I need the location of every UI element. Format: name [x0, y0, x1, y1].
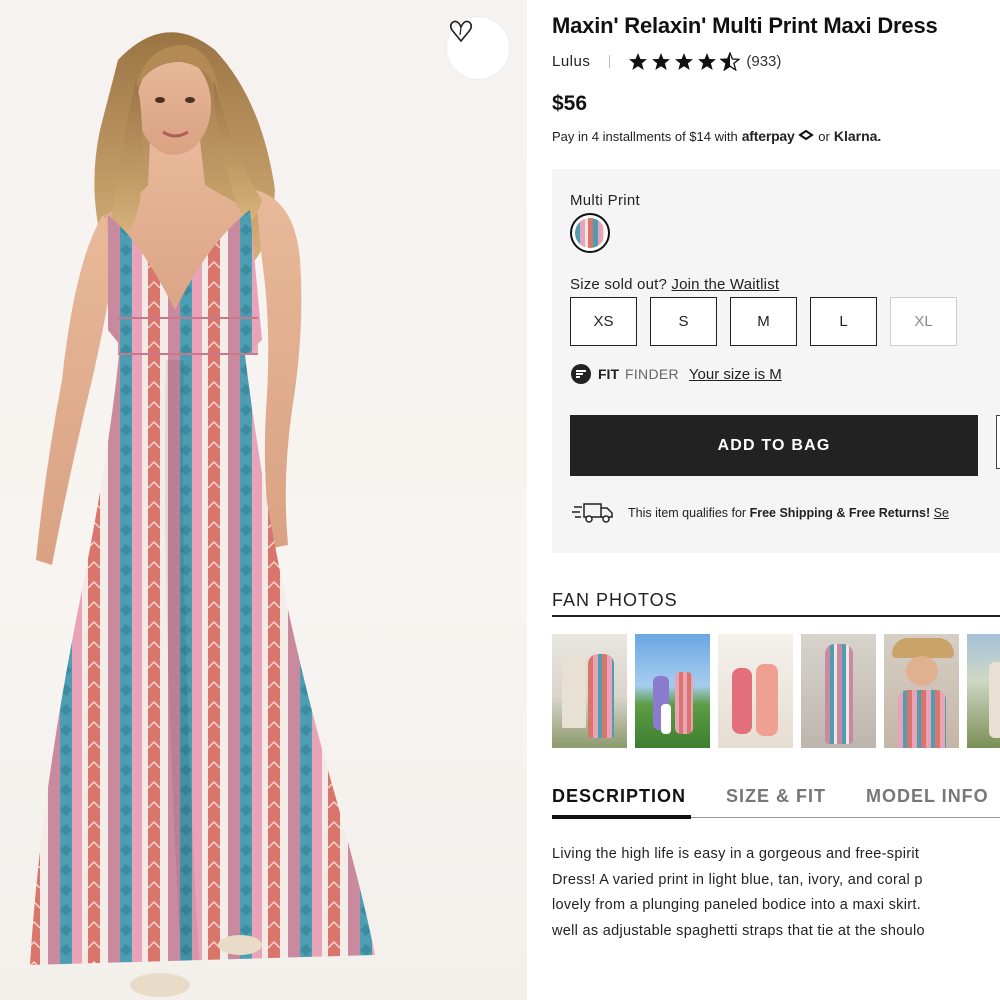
fit-finder-icon: [571, 364, 591, 384]
half-star-icon: [720, 51, 741, 71]
brand-rating-row: Lulus (933): [552, 50, 781, 72]
afterpay-icon: [798, 129, 815, 141]
description-line: well as adjustable spaghetti straps that…: [552, 922, 925, 939]
size-question: Size sold out?: [570, 276, 668, 293]
star-icon: [629, 52, 648, 70]
size-sold-out-row: Size sold out? Join the Waitlist: [570, 276, 779, 293]
star-icon: [698, 52, 717, 70]
wishlist-outline-button[interactable]: [996, 415, 1000, 469]
fit-finder-link[interactable]: Your size is M: [689, 366, 782, 383]
shipping-bold: Free Shipping & Free Returns!: [749, 506, 931, 520]
fan-photo-3[interactable]: [718, 634, 793, 748]
shipping-prefix: This item qualifies for: [628, 506, 747, 520]
fit-label: FIT: [598, 366, 619, 382]
size-button-s[interactable]: S: [650, 297, 717, 346]
star-icon: [675, 52, 694, 70]
size-button-l[interactable]: L: [810, 297, 877, 346]
model-photo: [30, 32, 375, 997]
review-count[interactable]: (933): [746, 53, 781, 70]
fan-photos-divider: [552, 615, 1000, 617]
heart-icon: [449, 20, 473, 43]
purchase-panel: Multi Print Size sold out? Join the Wait…: [552, 169, 1000, 553]
tab-size-fit[interactable]: SIZE & FIT: [726, 786, 826, 807]
size-button-xl[interactable]: XL: [890, 297, 957, 346]
installments-info: Pay in 4 installments of $14 with afterp…: [552, 128, 881, 144]
size-button-m[interactable]: M: [730, 297, 797, 346]
size-selector: XS S M L XL: [570, 297, 957, 346]
product-image[interactable]: [0, 0, 527, 1000]
active-tab-indicator: [552, 815, 691, 819]
star-icon: [652, 52, 671, 70]
fan-photo-1[interactable]: [552, 634, 627, 748]
product-title: Maxin' Relaxin' Multi Print Maxi Dress: [552, 13, 938, 38]
price: $56: [552, 92, 588, 115]
fit-finder-row: FIT FINDER Your size is M: [570, 363, 782, 385]
afterpay-logo[interactable]: afterpay: [742, 128, 815, 144]
brand-link[interactable]: Lulus: [552, 53, 590, 70]
wishlist-button[interactable]: [447, 17, 509, 79]
color-label: Multi Print: [570, 192, 640, 209]
fan-photo-2[interactable]: [635, 634, 710, 748]
description-line: Living the high life is easy in a gorgeo…: [552, 846, 920, 862]
fan-photos-row: [552, 634, 1000, 748]
fan-photo-6[interactable]: [967, 634, 1000, 748]
afterpay-label: afterpay: [741, 128, 795, 144]
tab-description[interactable]: DESCRIPTION: [552, 786, 686, 807]
installments-text: Pay in 4 installments of $14 with: [552, 128, 738, 144]
finder-label: FINDER: [625, 366, 679, 382]
divider: [609, 54, 611, 68]
star-rating[interactable]: [628, 51, 741, 71]
tab-model-info[interactable]: MODEL INFO: [866, 786, 989, 807]
or-text: or: [818, 128, 830, 144]
color-swatch-multi-print[interactable]: [570, 213, 610, 253]
description-line: lovely from a plunging paneled bodice in…: [552, 897, 922, 913]
description-line: Dress! A varied print in light blue, tan…: [552, 871, 923, 888]
klarna-logo[interactable]: Klarna.: [834, 128, 881, 144]
product-description: Living the high life is easy in a gorgeo…: [552, 842, 1000, 944]
shipping-truck-icon: [572, 503, 613, 523]
shipping-text: This item qualifies for Free Shipping & …: [628, 506, 949, 520]
size-button-xs[interactable]: XS: [570, 297, 637, 346]
shipping-info: This item qualifies for Free Shipping & …: [572, 501, 949, 525]
shipping-link[interactable]: Se: [934, 506, 949, 520]
fan-photo-4[interactable]: [801, 634, 876, 748]
info-tabs: DESCRIPTION SIZE & FIT MODEL INFO: [552, 786, 1000, 807]
join-waitlist-link[interactable]: Join the Waitlist: [671, 276, 779, 293]
fan-photo-5[interactable]: [884, 634, 959, 748]
fan-photos-title: FAN PHOTOS: [552, 590, 678, 610]
add-to-bag-button[interactable]: ADD TO BAG: [570, 415, 978, 476]
swatch-pattern: [575, 218, 605, 248]
